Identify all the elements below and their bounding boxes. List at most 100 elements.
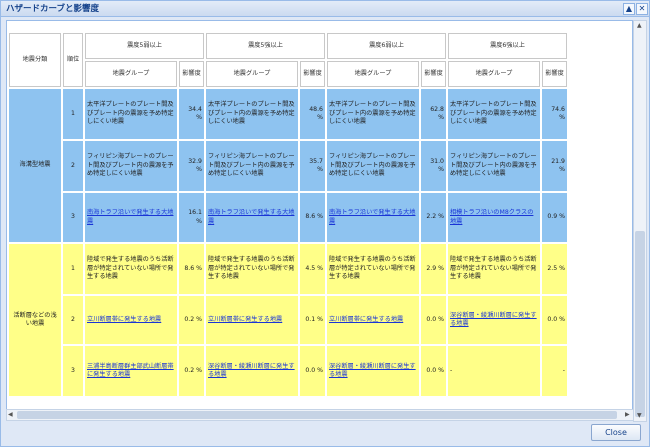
group-cell[interactable]: 深谷断層・綾瀬川断層に発生する地震 xyxy=(206,346,298,396)
scroll-left-icon[interactable]: ◀ xyxy=(8,411,13,418)
rank-cell: 2 xyxy=(63,296,83,344)
group-cell: フィリピン海プレートのプレート間及びプレート内の震源を予め特定しにくい地震 xyxy=(206,141,298,191)
group-link[interactable]: 深谷断層・綾瀬川断層に発生する地震 xyxy=(208,363,295,378)
sub-header-influence: 影響度 xyxy=(421,61,446,87)
group-cell[interactable]: 南海トラフ沿いで発生する大地震 xyxy=(206,193,298,242)
group-link[interactable]: 深谷断層・綾瀬川断層に発生する地震 xyxy=(329,363,416,378)
group-link[interactable]: 相模トラフ沿いのM8クラスの地震 xyxy=(450,209,533,224)
hazard-curve-window: ハザードカーブと影響度 ▲ ✕ 地震分類 順位 震度5弱以上 震度5強以上 震度… xyxy=(0,0,650,447)
group-cell: 太平洋プレートのプレート間及びプレート内の震源を予め特定しにくい地震 xyxy=(206,89,298,139)
rank-cell: 1 xyxy=(63,244,83,294)
rank-cell: 2 xyxy=(63,141,83,191)
influence-value: 31.0 % xyxy=(421,141,446,191)
influence-value: 2.9 % xyxy=(421,244,446,294)
group-cell[interactable]: 南海トラフ沿いで発生する大地震 xyxy=(327,193,419,242)
table-row: 3 南海トラフ沿いで発生する大地震 16.1 % 南海トラフ沿いで発生する大地震 8.6… xyxy=(9,193,567,242)
group-cell[interactable]: 立川断層帯に発生する地震 xyxy=(85,296,177,344)
group-link[interactable]: 南海トラフ沿いで発生する大地震 xyxy=(87,209,173,224)
group-cell: 陸域で発生する地震のうち活断層が特定されていない場所で発生する地震 xyxy=(448,244,540,294)
table-row: 活断層などの浅い地震 1 陸域で発生する地震のうち活断層が特定されていない場所で発生… xyxy=(9,244,567,396)
group-cell: 陸域で発生する地震のうち活断層が特定されていない場所で発生する地震 xyxy=(327,244,419,294)
influence-value: 2.2 % xyxy=(421,193,446,242)
close-icon[interactable]: ✕ xyxy=(636,3,648,15)
sub-header-influence: 影響度 xyxy=(300,61,325,87)
group-cell[interactable]: 相模トラフ沿いのM8クラスの地震 xyxy=(448,193,540,242)
influence-value: 21.9 % xyxy=(542,141,567,191)
group-cell[interactable]: 立川断層帯に発生する地震 xyxy=(206,296,298,344)
influence-value: 0.9 % xyxy=(542,193,567,242)
group-cell[interactable]: 立川断層帯に発生する地震 xyxy=(327,296,419,344)
group-cell: 太平洋プレートのプレート間及びプレート内の震源を予め特定しにくい地震 xyxy=(85,89,177,139)
intensity-header-6-upper: 震度6強以上 xyxy=(448,33,567,59)
influence-value: 34.4 % xyxy=(179,89,204,139)
vertical-scroll-thumb[interactable] xyxy=(635,231,645,417)
horizontal-scroll-thumb[interactable] xyxy=(17,411,617,419)
group-text: 陸域で発生する地震のうち活断層が特定されていない場所で発生する地震 xyxy=(450,256,537,281)
table-row: 2 フィリピン海プレートのプレート間及びプレート内の震源を予め特定しにくい地震 32… xyxy=(9,141,567,191)
category-cell: 活断層などの浅い地震 xyxy=(9,244,61,396)
intensity-header-5-upper: 震度5強以上 xyxy=(206,33,325,59)
window-titlebar: ハザードカーブと影響度 ▲ ✕ xyxy=(1,1,649,17)
sub-header-influence: 影響度 xyxy=(542,61,567,87)
horizontal-scrollbar[interactable]: ◀ ▶ xyxy=(6,409,634,421)
group-link[interactable]: 南海トラフ沿いで発生する大地震 xyxy=(329,209,415,224)
scroll-down-icon[interactable]: ▼ xyxy=(637,412,642,419)
scroll-up-icon[interactable]: ▲ xyxy=(637,22,642,29)
group-cell[interactable]: 深谷断層・綾瀬川断層に発生する地震 xyxy=(448,296,540,344)
group-cell[interactable]: 南海トラフ沿いで発生する大地震 xyxy=(85,193,177,242)
group-text: 太平洋プレートのプレート間及びプレート内の震源を予め特定しにくい地震 xyxy=(87,101,174,126)
rank-cell: 3 xyxy=(63,346,83,396)
group-link[interactable]: 南海トラフ沿いで発生する大地震 xyxy=(208,209,294,224)
group-cell[interactable]: 三浦半島断層群主部武山断層帯に発生する地震 xyxy=(85,346,177,396)
influence-value: 16.1 % xyxy=(179,193,204,242)
influence-value: 74.6 % xyxy=(542,89,567,139)
sub-header-group: 地震グループ xyxy=(85,61,177,87)
influence-value: 35.7 % xyxy=(300,141,325,191)
influence-value: 0.1 % xyxy=(300,296,325,344)
table-row: 3 三浦半島断層群主部武山断層帯に発生する地震 0.2 % 深谷断層・綾瀬川断層に発生… xyxy=(9,346,567,396)
window-title: ハザードカーブと影響度 xyxy=(6,4,99,14)
category-header: 地震分類 xyxy=(9,33,61,87)
sub-header-influence: 影響度 xyxy=(179,61,204,87)
group-text: 陸域で発生する地震のうち活断層が特定されていない場所で発生する地震 xyxy=(208,256,295,281)
group-cell: 太平洋プレートのプレート間及びプレート内の震源を予め特定しにくい地震 xyxy=(327,89,419,139)
group-text: 陸域で発生する地震のうち活断層が特定されていない場所で発生する地震 xyxy=(329,256,416,281)
intensity-header-5-lower: 震度5弱以上 xyxy=(85,33,204,59)
group-text: フィリピン海プレートのプレート間及びプレート内の震源を予め特定しにくい地震 xyxy=(208,153,295,178)
close-button[interactable]: Close xyxy=(591,424,641,441)
collapse-icon[interactable]: ▲ xyxy=(623,3,635,15)
group-cell: 陸域で発生する地震のうち活断層が特定されていない場所で発生する地震 xyxy=(85,244,177,294)
group-link[interactable]: 立川断層帯に発生する地震 xyxy=(87,316,161,323)
influence-value: 0.2 % xyxy=(179,296,204,344)
intensity-header-6-lower: 震度6弱以上 xyxy=(327,33,446,59)
group-cell: フィリピン海プレートのプレート間及びプレート内の震源を予め特定しにくい地震 xyxy=(85,141,177,191)
group-link[interactable]: 立川断層帯に発生する地震 xyxy=(208,316,282,323)
category-cell: 海溝型地震 xyxy=(9,89,61,242)
group-cell: - xyxy=(448,346,540,396)
hazard-table: 地震分類 順位 震度5弱以上 震度5強以上 震度6弱以上 震度6強以上 地震グル… xyxy=(7,31,569,398)
influence-value: 4.5 % xyxy=(300,244,325,294)
group-text: フィリピン海プレートのプレート間及びプレート内の震源を予め特定しにくい地震 xyxy=(329,153,416,178)
rank-cell: 1 xyxy=(63,89,83,139)
group-link[interactable]: 三浦半島断層群主部武山断層帯に発生する地震 xyxy=(87,363,174,378)
group-text: 太平洋プレートのプレート間及びプレート内の震源を予め特定しにくい地震 xyxy=(450,101,537,126)
influence-value: 0.0 % xyxy=(421,346,446,396)
group-link[interactable]: 立川断層帯に発生する地震 xyxy=(329,316,403,323)
vertical-scrollbar[interactable]: ▲ ▼ xyxy=(633,20,647,422)
group-text: 陸域で発生する地震のうち活断層が特定されていない場所で発生する地震 xyxy=(87,256,174,281)
group-cell: 陸域で発生する地震のうち活断層が特定されていない場所で発生する地震 xyxy=(206,244,298,294)
table-row: 海溝型地震 1 太平洋プレートのプレート間及びプレート内の震源を予め特定しにくい地震… xyxy=(9,89,567,242)
group-text: - xyxy=(450,366,453,374)
rank-header: 順位 xyxy=(63,33,83,87)
group-link[interactable]: 深谷断層・綾瀬川断層に発生する地震 xyxy=(450,312,537,327)
group-text: フィリピン海プレートのプレート間及びプレート内の震源を予め特定しにくい地震 xyxy=(87,153,174,178)
scroll-right-icon[interactable]: ▶ xyxy=(625,411,630,418)
influence-value: 0.0 % xyxy=(421,296,446,344)
influence-value: 8.6 % xyxy=(179,244,204,294)
rank-cell: 3 xyxy=(63,193,83,242)
influence-value: 2.5 % xyxy=(542,244,567,294)
group-cell[interactable]: 深谷断層・綾瀬川断層に発生する地震 xyxy=(327,346,419,396)
table-panel: 地震分類 順位 震度5弱以上 震度5強以上 震度6弱以上 震度6強以上 地震グル… xyxy=(6,20,633,410)
group-cell: フィリピン海プレートのプレート間及びプレート内の震源を予め特定しにくい地震 xyxy=(327,141,419,191)
group-cell: 太平洋プレートのプレート間及びプレート内の震源を予め特定しにくい地震 xyxy=(448,89,540,139)
